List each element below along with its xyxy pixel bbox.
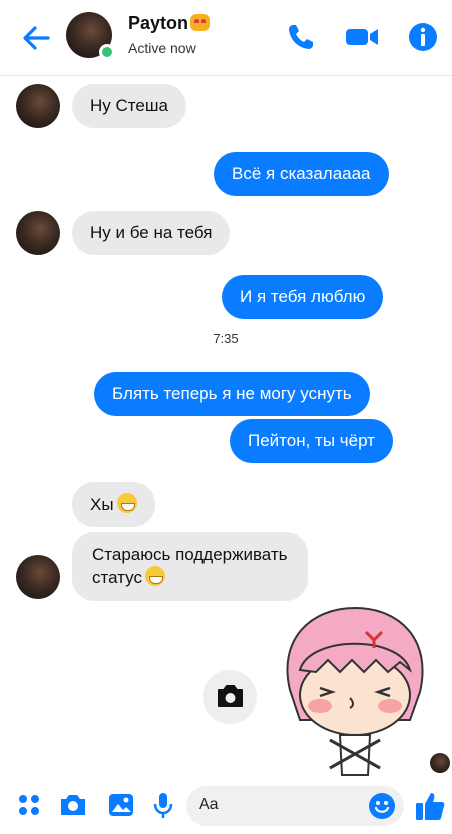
message-composer: Aa: [0, 778, 452, 834]
gallery-icon[interactable]: [106, 790, 136, 820]
message-text-line-2: статус: [92, 566, 288, 589]
camera-icon: [218, 685, 243, 707]
apps-icon[interactable]: [14, 790, 44, 820]
message-text-line: Стараюсь поддерживать: [92, 545, 288, 564]
seen-avatar: [430, 753, 450, 773]
info-icon[interactable]: [406, 20, 440, 54]
message-input-placeholder: Aa: [199, 796, 219, 813]
sender-avatar[interactable]: [16, 84, 60, 128]
camera-shortcut-button[interactable]: [203, 670, 257, 724]
outgoing-message[interactable]: И я тебя люблю: [222, 275, 384, 319]
message-timestamp: 7:35: [213, 331, 239, 346]
incoming-message[interactable]: Хы: [72, 482, 155, 527]
outgoing-message[interactable]: Блять теперь я не могу уснуть: [94, 372, 370, 416]
active-status: Active now: [128, 40, 196, 56]
anime-girl-sticker[interactable]: [270, 600, 440, 778]
back-arrow-icon[interactable]: [18, 20, 54, 56]
incoming-message[interactable]: Ну и бе на тебя: [72, 211, 231, 255]
contact-name[interactable]: Payton: [128, 13, 211, 34]
outgoing-message[interactable]: Пейтон, ты чёрт: [230, 419, 393, 463]
sender-avatar[interactable]: [16, 555, 60, 599]
camera-icon[interactable]: [58, 790, 88, 820]
microphone-icon[interactable]: [148, 790, 178, 820]
video-call-icon[interactable]: [344, 20, 384, 54]
incoming-message[interactable]: Ну Стеша: [72, 84, 186, 128]
online-indicator: [99, 44, 115, 60]
thumbs-up-icon[interactable]: [414, 790, 446, 822]
sender-avatar[interactable]: [16, 211, 60, 255]
message-input[interactable]: Aa: [186, 786, 404, 826]
contact-name-text: Payton: [128, 13, 189, 33]
conversation-header: Payton Active now: [0, 0, 452, 76]
message-text: статус: [92, 568, 142, 587]
outgoing-message[interactable]: Всё я сказалаааа: [214, 152, 389, 196]
grinning-emoji-icon: [116, 493, 137, 513]
incoming-message[interactable]: Стараюсь поддерживать статус: [72, 532, 308, 601]
heart-eyes-cat-emoji-icon: [190, 14, 211, 31]
grinning-emoji-icon: [144, 566, 165, 586]
phone-icon[interactable]: [284, 20, 318, 54]
message-text: Хы: [90, 495, 114, 514]
emoji-icon[interactable]: [368, 792, 396, 820]
